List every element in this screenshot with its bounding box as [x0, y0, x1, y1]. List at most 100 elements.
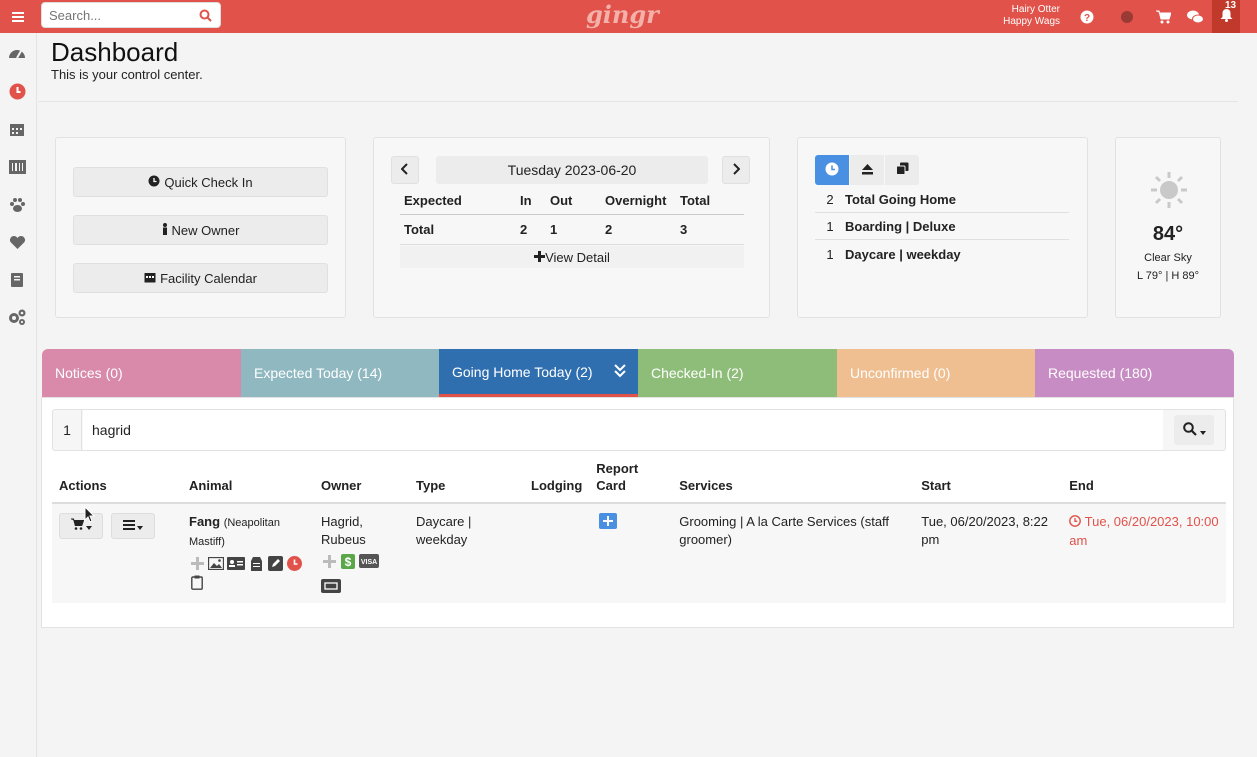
col-overnight: Overnight: [601, 188, 676, 215]
double-chevron-down-icon[interactable]: [614, 363, 626, 382]
table-row: Fang (Neapolitan Mastiff) Hagrid, Rubeus…: [52, 503, 1226, 603]
search-icon: [1182, 421, 1197, 439]
heart-icon[interactable]: [7, 232, 27, 252]
search-options-button[interactable]: [1174, 415, 1214, 445]
gingr-logo[interactable]: gingr: [586, 1, 659, 31]
previous-day-button[interactable]: [391, 156, 419, 184]
tab-going-home-today[interactable]: Going Home Today (2): [439, 349, 638, 397]
facility-calendar-label: Facility Calendar: [160, 270, 257, 286]
quick-actions-panel: Quick Check In New Owner Facility Calend…: [55, 137, 346, 318]
ticket-icon[interactable]: [321, 578, 341, 594]
tab-requested[interactable]: Requested (180): [1035, 349, 1234, 397]
clipboard-icon[interactable]: [189, 574, 205, 590]
header-owner[interactable]: Owner: [314, 460, 409, 504]
next-day-button[interactable]: [722, 156, 750, 184]
cogs-icon[interactable]: [7, 307, 27, 327]
col-expected: Expected: [400, 188, 516, 215]
copy-icon: [895, 162, 909, 178]
cart-icon[interactable]: [1154, 8, 1172, 26]
header-type[interactable]: Type: [409, 460, 524, 504]
animal-icons: [189, 555, 307, 590]
view-detail-button[interactable]: View Detail: [400, 246, 744, 268]
edit-icon[interactable]: [267, 555, 283, 571]
book-icon[interactable]: [7, 270, 27, 290]
image-icon[interactable]: [208, 555, 224, 571]
svg-text:VISA: VISA: [361, 559, 377, 566]
clock-icon[interactable]: [7, 81, 27, 101]
owner-cell: Hagrid, Rubeus $ VISA: [314, 503, 409, 603]
col-total: Total: [676, 188, 744, 215]
calendar-icon[interactable]: [7, 119, 27, 139]
page-subtitle: This is your control center.: [51, 67, 203, 82]
checkout-cart-button[interactable]: [59, 513, 103, 539]
table-header-row: Actions Animal Owner Type Lodging Report…: [52, 460, 1226, 504]
tab-checked-in[interactable]: Checked-In (2): [638, 349, 837, 397]
tab-label: Going Home Today (2): [452, 363, 593, 380]
kennel-icon[interactable]: [248, 555, 264, 571]
tab-expected-today[interactable]: Expected Today (14): [241, 349, 439, 397]
id-card-icon[interactable]: [227, 555, 245, 571]
facility-calendar-button[interactable]: Facility Calendar: [73, 263, 328, 293]
header-animal[interactable]: Animal: [182, 460, 314, 504]
account-info[interactable]: Hairy Otter Happy Wags: [985, 4, 1060, 28]
new-owner-button[interactable]: New Owner: [73, 215, 328, 245]
owner-icons: $ VISA: [321, 553, 391, 594]
animal-cell: Fang (Neapolitan Mastiff): [182, 503, 314, 603]
header-start[interactable]: Start: [914, 460, 1063, 504]
filter-input[interactable]: [83, 410, 1163, 450]
barcode-icon[interactable]: [7, 157, 27, 177]
plus-icon[interactable]: [189, 555, 205, 571]
chevron-right-icon: [732, 162, 741, 178]
chevron-left-icon: [400, 162, 409, 178]
clock-icon: [148, 175, 160, 190]
global-search[interactable]: [41, 2, 221, 28]
tab-unconfirmed[interactable]: Unconfirmed (0): [837, 349, 1035, 397]
menu-icon[interactable]: [0, 0, 35, 33]
dollar-icon[interactable]: $: [340, 553, 356, 569]
cart-icon: [70, 517, 85, 535]
plus-icon[interactable]: [321, 553, 337, 569]
account-name: Hairy Otter: [1011, 4, 1060, 15]
quick-check-in-button[interactable]: Quick Check In: [73, 167, 328, 197]
view-detail-label: View Detail: [545, 249, 610, 265]
total-value: 3: [676, 214, 744, 245]
eject-view-toggle[interactable]: [850, 155, 884, 185]
going-home-row: 1 Boarding | Deluxe: [815, 213, 1069, 240]
chat-icon[interactable]: [1186, 8, 1204, 26]
header-report-card[interactable]: Report Card: [589, 460, 673, 504]
help-icon[interactable]: ?: [1078, 8, 1096, 26]
status-icon[interactable]: [1118, 8, 1136, 26]
page-title: Dashboard: [51, 37, 179, 67]
going-home-table: Actions Animal Owner Type Lodging Report…: [52, 460, 1226, 603]
tab-notices[interactable]: Notices (0): [42, 349, 241, 397]
row-menu-button[interactable]: [110, 513, 155, 539]
header-end[interactable]: End: [1062, 460, 1226, 504]
clock-icon[interactable]: [286, 555, 302, 571]
date-display[interactable]: Tuesday 2023-06-20: [436, 156, 708, 184]
weather-condition: Clear Sky: [1144, 252, 1192, 264]
paw-icon[interactable]: [7, 195, 27, 215]
list-icon: [122, 517, 135, 535]
add-report-card-icon[interactable]: [599, 513, 618, 534]
tab-label: Checked-In (2): [651, 365, 744, 381]
plus-icon: [534, 250, 546, 265]
time-view-toggle[interactable]: [815, 155, 849, 185]
owner-name[interactable]: Hagrid, Rubeus: [321, 513, 402, 549]
sun-icon: [1149, 170, 1189, 213]
new-owner-label: New Owner: [171, 222, 240, 238]
search-icon[interactable]: [199, 9, 212, 25]
search-input[interactable]: [42, 3, 182, 27]
row-label: Total: [400, 214, 516, 245]
header-services[interactable]: Services: [672, 460, 915, 504]
copy-view-toggle[interactable]: [885, 155, 919, 185]
caret-down-icon: [136, 517, 143, 535]
dashboard-icon[interactable]: [7, 43, 27, 63]
status-tabs: Notices (0) Expected Today (14) Going Ho…: [42, 349, 1234, 397]
animal-name[interactable]: Fang: [189, 514, 220, 529]
visa-card-icon[interactable]: VISA: [359, 553, 379, 569]
filter-bar: 1: [52, 409, 1226, 451]
overview-table: Expected In Out Overnight Total Total 2 …: [400, 188, 744, 245]
quick-check-in-label: Quick Check In: [164, 174, 253, 190]
col-in: In: [516, 188, 546, 215]
header-lodging[interactable]: Lodging: [524, 460, 590, 504]
